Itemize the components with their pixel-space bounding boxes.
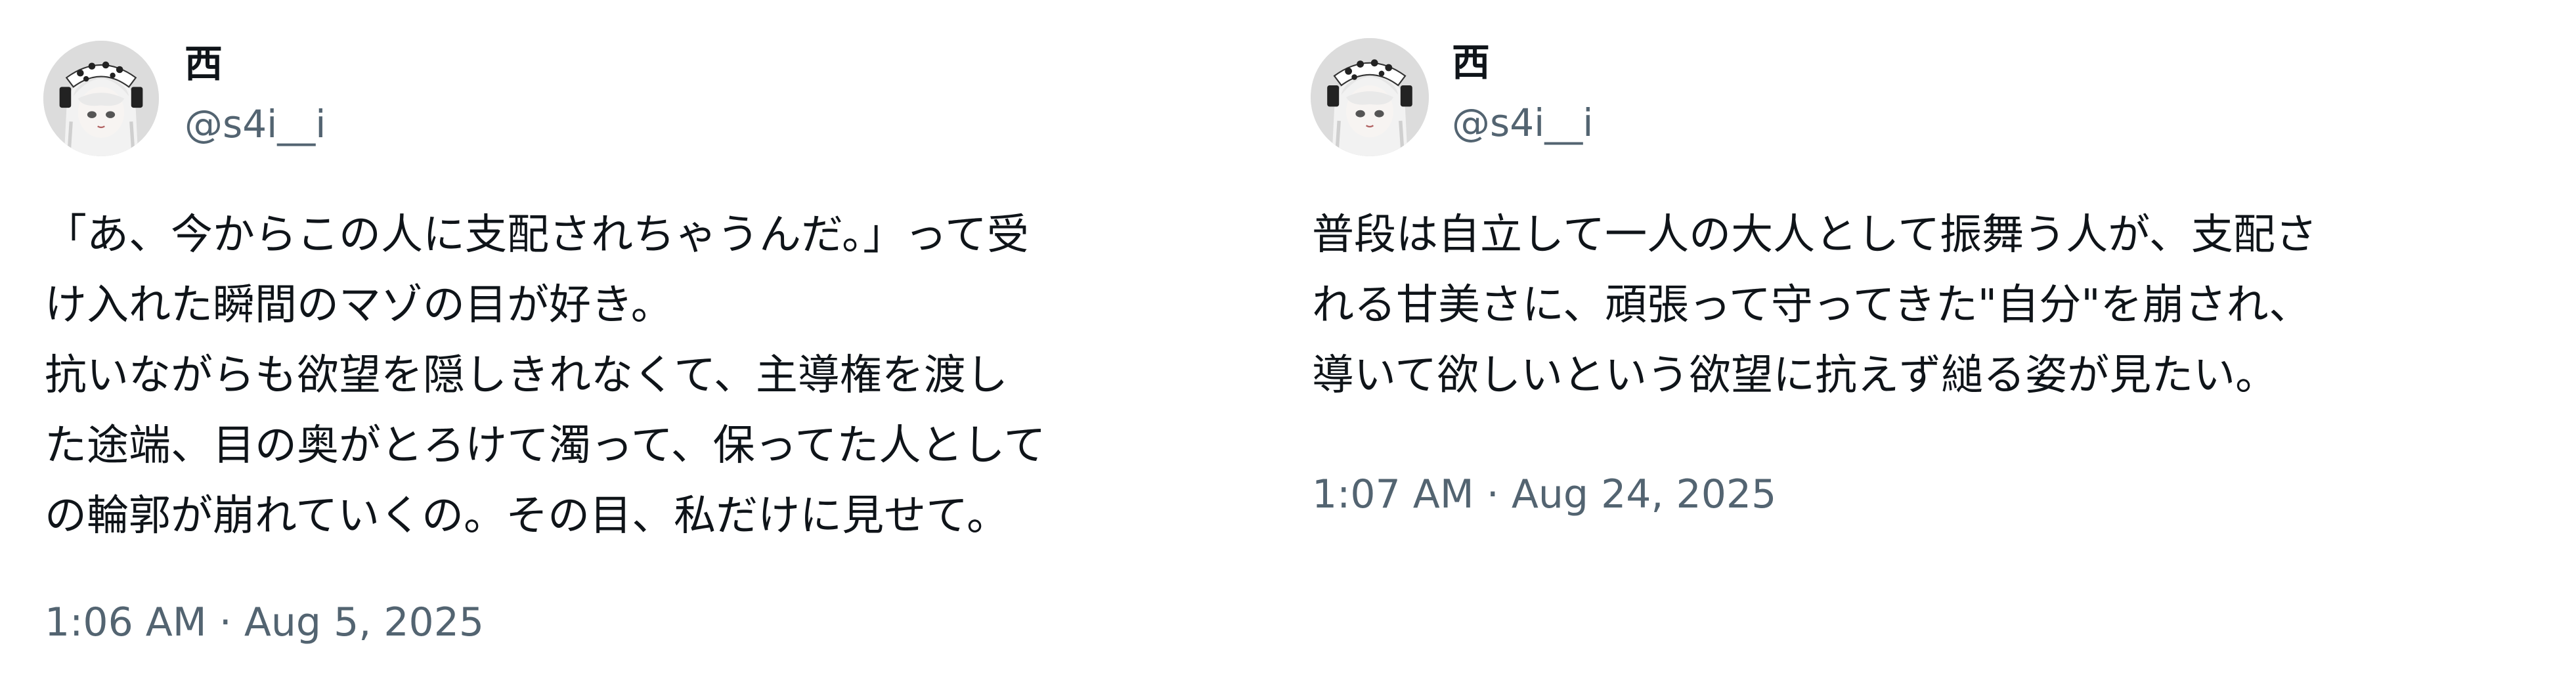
tweet-text: 「あ、今からこの人に支配されちゃうんだ。」って受 け入れた瞬間のマゾの目が好き。… — [45, 200, 1233, 551]
tweet-text-line: け入れた瞬間のマゾの目が好き。 — [45, 281, 673, 330]
tweet-timestamp[interactable]: 1:06 AM · Aug 5, 2025 — [45, 603, 484, 642]
author-handle[interactable]: @s4i__i — [1452, 104, 1593, 142]
avatar-illustration — [43, 41, 159, 156]
author-handle[interactable]: @s4i__i — [185, 105, 326, 143]
author-display-name[interactable]: 西 — [1452, 43, 1490, 81]
tweet-text-line: 抗いながらも欲望を隠しきれなくて、主導権を渡し — [45, 351, 1008, 400]
tweet-text-line: 「あ、今からこの人に支配されちゃうんだ。」って受 — [45, 211, 1029, 259]
profile-avatar-icon[interactable] — [43, 41, 159, 156]
tweet-card: 西 @s4i__i 普段は自立して一人の大人として振舞う人が、支配さ れる甘美さ… — [1267, 0, 2502, 692]
profile-avatar-icon[interactable] — [1311, 38, 1429, 156]
avatar-illustration — [1311, 38, 1429, 156]
tweet-card: 西 @s4i__i 「あ、今からこの人に支配されちゃうんだ。」って受 け入れた瞬… — [0, 0, 1234, 692]
tweet-text-line: の輪郭が崩れていくの。その目、私だけに見せて。 — [45, 492, 1009, 540]
tweet-text-line: た途端、目の奥がとろけて濁って、保ってた人として — [45, 422, 1046, 470]
tweet-text-line: 導いて欲しいという欲望に抗えず縋る姿が見たい。 — [1312, 351, 2278, 400]
tweet-text: 普段は自立して一人の大人として振舞う人が、支配さ れる甘美さに、頑張って守ってき… — [1312, 200, 2500, 411]
tweet-text-line: れる甘美さに、頑張って守ってきた"自分"を崩され、 — [1312, 281, 2311, 330]
author-display-name[interactable]: 西 — [185, 45, 223, 83]
tweet-timestamp[interactable]: 1:07 AM · Aug 24, 2025 — [1312, 475, 1776, 514]
tweet-text-line: 普段は自立して一人の大人として振舞う人が、支配さ — [1312, 211, 2317, 259]
